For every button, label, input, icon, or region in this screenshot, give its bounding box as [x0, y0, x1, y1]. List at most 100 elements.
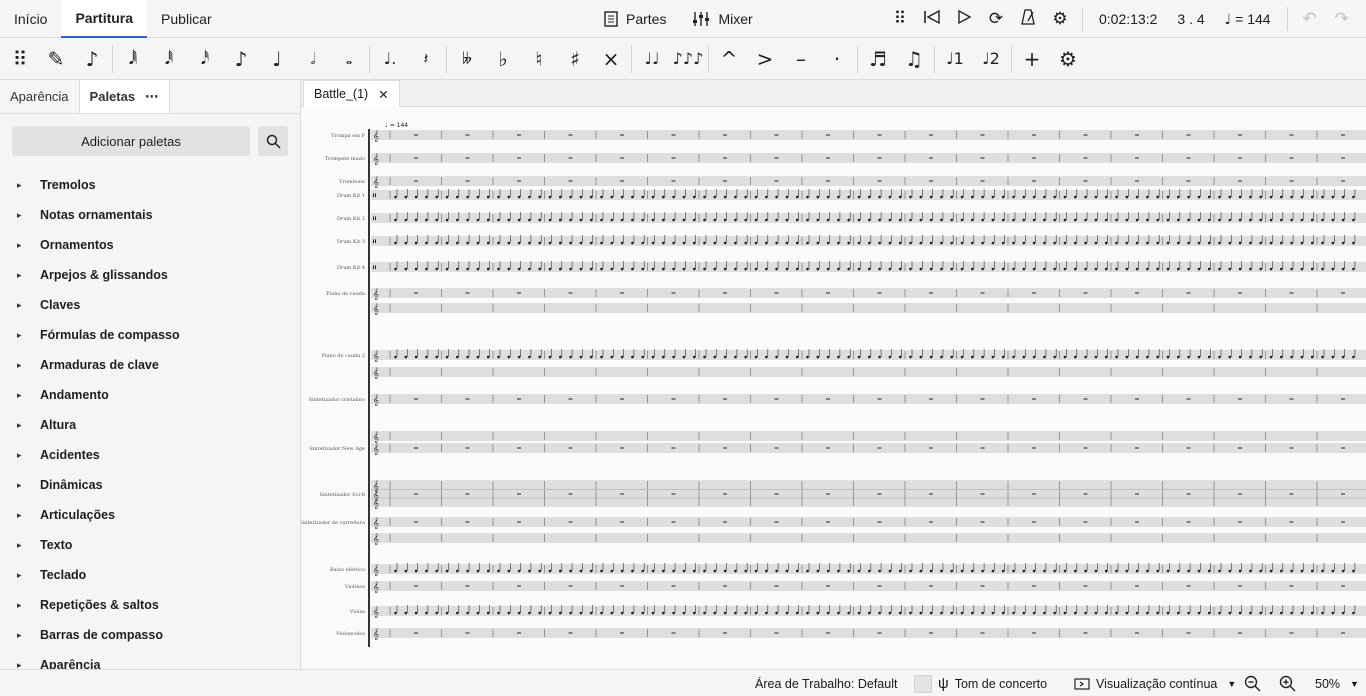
- tenuto-icon[interactable]: –: [783, 41, 819, 77]
- double-flat-icon[interactable]: 𝄫: [449, 41, 485, 77]
- tab-publicar[interactable]: Publicar: [147, 0, 226, 38]
- toolbar-settings-icon[interactable]: ⚙: [1050, 41, 1086, 77]
- parts-button[interactable]: Partes: [604, 11, 666, 27]
- 64th-note-icon[interactable]: 𝅘𝅥𝅲: [115, 41, 151, 77]
- tuplet-icon[interactable]: ♬: [860, 41, 896, 77]
- notehead: [1094, 218, 1098, 222]
- accent-icon[interactable]: >: [747, 41, 783, 77]
- palette-item[interactable]: ▸ Aparência: [0, 650, 300, 669]
- notehead: [1280, 195, 1283, 199]
- flip-direction-icon[interactable]: ♫: [896, 41, 932, 77]
- marcato-icon[interactable]: ^: [711, 41, 747, 77]
- zoom-out-button[interactable]: [1244, 670, 1261, 696]
- notehead: [1290, 355, 1293, 359]
- notehead: [1310, 267, 1314, 271]
- clef: 𝄞: [373, 497, 379, 509]
- zoom-in-button[interactable]: [1279, 670, 1296, 696]
- tab-paletas[interactable]: Paletas ⋯: [78, 80, 171, 113]
- quarter-note-icon[interactable]: ♩: [259, 41, 295, 77]
- notehead: [1156, 195, 1159, 199]
- palette-item[interactable]: ▸ Fórmulas de compasso: [0, 320, 300, 350]
- voice-1-icon[interactable]: ♩1: [937, 41, 973, 77]
- mixer-button[interactable]: Mixer: [692, 11, 753, 27]
- palette-item[interactable]: ▸ Arpejos & glissandos: [0, 260, 300, 290]
- notehead: [486, 611, 490, 615]
- notehead: [991, 218, 995, 222]
- rest-icon[interactable]: 𝄽: [408, 41, 444, 77]
- palette-item[interactable]: ▸ Altura: [0, 410, 300, 440]
- palette-item[interactable]: ▸ Texto: [0, 530, 300, 560]
- notehead: [1259, 569, 1262, 573]
- notehead: [1146, 195, 1149, 199]
- palette-item[interactable]: ▸ Andamento: [0, 380, 300, 410]
- zoom-dropdown[interactable]: 50% ▼: [1315, 670, 1359, 696]
- playback-settings-icon[interactable]: ⚙: [1044, 9, 1076, 29]
- search-button[interactable]: [258, 126, 288, 156]
- close-icon[interactable]: ✕: [378, 87, 388, 102]
- redo-icon[interactable]: ↷: [1326, 9, 1358, 29]
- loop-icon[interactable]: ⟳: [980, 9, 1012, 29]
- palette-item[interactable]: ▸ Repetições & saltos: [0, 590, 300, 620]
- tab-aparencia[interactable]: Aparência: [0, 80, 79, 113]
- add-palettes-button[interactable]: Adicionar paletas: [12, 126, 250, 156]
- score-canvas[interactable]: ♩ = 144 𝄞 Trompa em F 𝄞 Trompete mudo 𝄞 Trombo…: [301, 107, 1366, 669]
- pencil-icon[interactable]: ✎: [38, 41, 74, 77]
- tab-partitura[interactable]: Partitura: [61, 0, 148, 38]
- flat-icon[interactable]: ♭: [485, 41, 521, 77]
- palette-item[interactable]: ▸ Dinâmicas: [0, 470, 300, 500]
- playback-tempo[interactable]: ♩ = 144: [1215, 11, 1281, 28]
- notehead: [1331, 569, 1335, 573]
- half-note-icon[interactable]: 𝅗𝅥: [295, 41, 331, 77]
- notehead: [662, 267, 665, 271]
- notehead: [672, 569, 675, 573]
- notehead: [682, 267, 686, 271]
- palette-item[interactable]: ▸ Claves: [0, 290, 300, 320]
- double-sharp-icon[interactable]: ×: [593, 41, 629, 77]
- notehead: [950, 218, 953, 222]
- natural-icon[interactable]: ♮: [521, 41, 557, 77]
- notehead: [517, 569, 521, 573]
- rewind-icon[interactable]: [916, 9, 948, 30]
- notehead: [497, 569, 500, 573]
- staccato-icon[interactable]: ·: [819, 41, 855, 77]
- slur-icon[interactable]: ♪♪♪: [670, 41, 706, 77]
- notehead: [1104, 195, 1108, 199]
- add-icon[interactable]: +: [1014, 41, 1050, 77]
- 32nd-note-icon[interactable]: 𝅘𝅥𝅱: [151, 41, 187, 77]
- metronome-icon[interactable]: [1012, 8, 1044, 30]
- eighth-note-icon[interactable]: ♪: [223, 41, 259, 77]
- undo-icon[interactable]: ↶: [1294, 9, 1326, 29]
- concert-pitch-toggle[interactable]: ψ Tom de concerto: [914, 670, 1047, 696]
- tie-icon[interactable]: ♩♩: [634, 41, 670, 77]
- notehead: [445, 241, 449, 245]
- palette-item[interactable]: ▸ Notas ornamentais: [0, 200, 300, 230]
- tab-inicio[interactable]: Início: [0, 0, 61, 38]
- palette-item[interactable]: ▸ Ornamentos: [0, 230, 300, 260]
- sharp-icon[interactable]: ♯: [557, 41, 593, 77]
- whole-note-icon[interactable]: 𝅝: [331, 41, 367, 77]
- palette-item[interactable]: ▸ Acidentes: [0, 440, 300, 470]
- notehead: [713, 267, 717, 271]
- notehead: [1249, 195, 1252, 199]
- view-mode-dropdown[interactable]: Visualização contínua ▼: [1074, 670, 1236, 696]
- palette-item[interactable]: ▸ Barras de compasso: [0, 620, 300, 650]
- palette-item[interactable]: ▸ Teclado: [0, 560, 300, 590]
- note-input-icon[interactable]: ♪: [74, 41, 110, 77]
- voice-2-icon[interactable]: ♩2: [973, 41, 1009, 77]
- workspace-button[interactable]: Área de Trabalho: Default: [755, 670, 897, 696]
- more-options-icon[interactable]: ⋯: [145, 89, 159, 105]
- concert-pitch-checkbox[interactable]: [914, 674, 932, 693]
- 16th-note-icon[interactable]: 𝅘𝅥𝅰: [187, 41, 223, 77]
- palette-item[interactable]: ▸ Tremolos: [0, 170, 300, 200]
- drag-handle-icon[interactable]: ⠿: [884, 9, 916, 29]
- dotted-note-icon[interactable]: ♩.: [372, 41, 408, 77]
- score-tab[interactable]: Battle_(1) ✕: [303, 80, 400, 107]
- play-icon[interactable]: [948, 9, 980, 30]
- palette-label: Articulações: [40, 508, 116, 522]
- palette-label: Barras de compasso: [40, 628, 163, 642]
- notehead: [456, 355, 459, 359]
- drag-handle-icon[interactable]: ⠿: [2, 41, 38, 77]
- palette-item[interactable]: ▸ Armaduras de clave: [0, 350, 300, 380]
- palette-item[interactable]: ▸ Articulações: [0, 500, 300, 530]
- notehead: [569, 218, 572, 222]
